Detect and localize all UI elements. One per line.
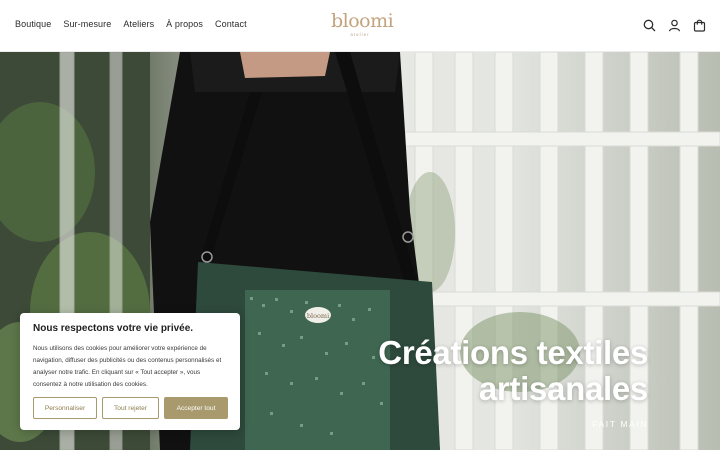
nav-contact[interactable]: Contact	[215, 19, 247, 29]
hero-title-line1: Créations textiles	[378, 334, 648, 371]
account-icon[interactable]	[668, 19, 681, 32]
logo-wordmark: bloomi	[331, 10, 394, 32]
cookie-title: Nous respectons votre vie privée.	[33, 323, 194, 334]
reject-all-button[interactable]: Tout rejeter	[102, 397, 159, 419]
cookie-body: Nous utilisons des cookies pour améliore…	[33, 345, 222, 388]
cart-icon[interactable]	[693, 19, 706, 32]
cookie-buttons: Personnaliser Tout rejeter Accepter tout	[33, 397, 228, 419]
cookie-consent-panel: Nous respectons votre vie privée. Nous u…	[20, 313, 240, 430]
customize-button[interactable]: Personnaliser	[33, 397, 97, 419]
nav-sur-mesure[interactable]: Sur-mesure	[63, 19, 111, 29]
search-icon[interactable]	[643, 19, 656, 32]
site-logo[interactable]: bloomi atelier	[331, 10, 394, 38]
nav-boutique[interactable]: Boutique	[15, 19, 51, 29]
main-nav: Boutique Sur-mesure Ateliers À propos Co…	[15, 19, 247, 29]
hero-title-line2: artisanales	[478, 370, 648, 407]
hero-title: Créations textiles artisanales	[378, 335, 648, 407]
accept-all-button[interactable]: Accepter tout	[164, 397, 228, 419]
nav-ateliers[interactable]: Ateliers	[123, 19, 154, 29]
logo-subtext: atelier	[350, 32, 370, 37]
bag-label: bloomi	[307, 312, 329, 320]
hero-tagline: FAIT MAIN	[592, 419, 648, 429]
header-icons	[643, 19, 706, 32]
site-header: Boutique Sur-mesure Ateliers À propos Co…	[0, 0, 720, 52]
nav-a-propos[interactable]: À propos	[166, 19, 203, 29]
